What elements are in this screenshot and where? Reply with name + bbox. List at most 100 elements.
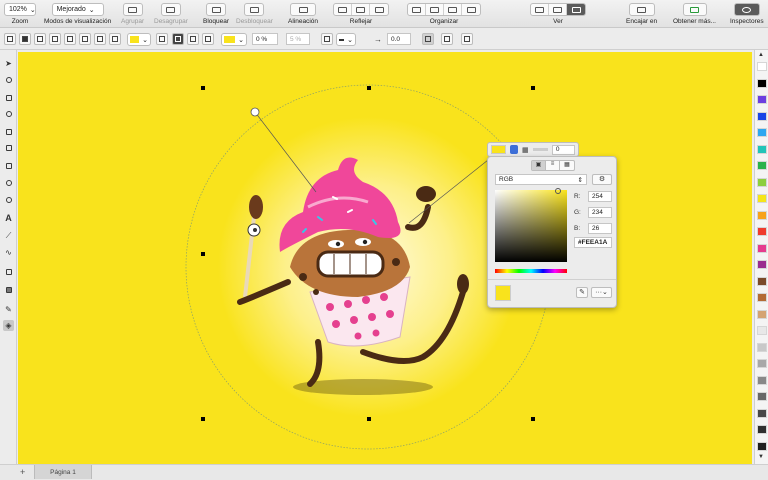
opacity-field[interactable]: 0 — [551, 144, 575, 155]
fill-color-dropdown[interactable]: ⌄ — [127, 33, 151, 46]
snap-button[interactable] — [628, 3, 655, 16]
palette-swatch[interactable] — [757, 243, 767, 253]
tab-color-sliders[interactable]: ≡ — [546, 161, 560, 170]
view-single-button[interactable] — [531, 4, 549, 15]
eyedropper-button[interactable]: ✎ — [576, 287, 588, 298]
palette-swatch[interactable] — [757, 62, 767, 71]
pattern-button-1[interactable] — [156, 33, 168, 45]
ungroup-button[interactable] — [160, 3, 181, 16]
palette-swatch[interactable] — [757, 227, 767, 236]
mirror-extra-button[interactable] — [370, 4, 388, 15]
palette-swatch[interactable] — [757, 177, 767, 187]
palette-swatch[interactable] — [757, 392, 767, 401]
opacity-slider[interactable] — [532, 148, 548, 151]
palette-swatch[interactable] — [757, 144, 767, 154]
color-field-cursor[interactable] — [555, 188, 561, 194]
palette-swatch[interactable] — [757, 111, 767, 121]
interactive-fill-tool[interactable]: ◈ — [3, 320, 14, 331]
palette-swatch[interactable] — [757, 194, 767, 203]
pick-tool[interactable]: ➤ — [3, 58, 14, 69]
palette-swatch[interactable] — [757, 326, 767, 335]
stroke-back-button[interactable] — [441, 33, 453, 45]
prop-button-4[interactable] — [49, 33, 61, 45]
get-more-button[interactable] — [682, 3, 707, 16]
hue-slider[interactable] — [495, 269, 567, 273]
palette-swatch[interactable] — [757, 359, 767, 368]
palette-scroll-up-icon[interactable]: ▲ — [758, 52, 764, 58]
outline-color-dropdown[interactable]: ⌄ — [221, 33, 247, 46]
ellipse-tool[interactable] — [3, 177, 14, 188]
more-options-button[interactable]: ···⌄ — [591, 287, 612, 298]
text-tool[interactable]: A — [3, 212, 14, 223]
palette-swatch[interactable] — [757, 408, 767, 418]
r-field[interactable]: 254 — [588, 191, 612, 202]
mirror-vertical-button[interactable] — [352, 4, 370, 15]
palette-swatch[interactable] — [757, 78, 767, 88]
eyedropper-tool[interactable]: ✎ — [3, 304, 14, 315]
prop-button-7[interactable] — [94, 33, 106, 45]
view-full-button[interactable] — [567, 4, 585, 15]
color-field[interactable] — [495, 190, 567, 262]
prop-button-3[interactable] — [34, 33, 46, 45]
add-page-button[interactable]: + — [20, 467, 25, 477]
color-model-dropdown[interactable]: RGB ⇕ — [495, 174, 587, 185]
rectangle-tool[interactable] — [3, 160, 14, 171]
prop-button-1[interactable] — [4, 33, 16, 45]
tab-color-viewers[interactable]: ▣ — [532, 161, 546, 170]
hex-field[interactable]: #FEEA1A — [574, 237, 612, 248]
b-field[interactable]: 26 — [588, 223, 612, 234]
prop-button-6[interactable] — [79, 33, 91, 45]
tab-color-palettes[interactable]: ▦ — [560, 161, 574, 170]
dimension-tool[interactable]: ⟋ — [3, 230, 14, 241]
gradient-node[interactable] — [250, 107, 260, 117]
back-one-button[interactable] — [444, 4, 462, 15]
selection-handle-br[interactable] — [531, 417, 535, 421]
prop-button-2[interactable] — [19, 33, 31, 45]
drawing-canvas[interactable] — [18, 52, 752, 464]
palette-swatch[interactable] — [757, 425, 767, 434]
palette-swatch[interactable] — [757, 161, 767, 170]
mirror-horizontal-button[interactable] — [334, 4, 352, 15]
palette-swatch[interactable] — [757, 441, 767, 451]
tab-page-1[interactable]: Página 1 — [34, 465, 92, 479]
to-front-button[interactable] — [408, 4, 426, 15]
palette-swatch[interactable] — [757, 342, 767, 352]
group-button[interactable] — [122, 3, 143, 16]
prop-button-8[interactable] — [109, 33, 121, 45]
polygon-tool[interactable] — [3, 194, 14, 205]
selection-handle-t[interactable] — [367, 86, 371, 90]
crop-tool[interactable] — [3, 92, 14, 103]
artistic-media-tool[interactable] — [3, 142, 14, 153]
palette-swatch[interactable] — [757, 128, 767, 137]
outline-percent-field[interactable]: 0 % — [252, 33, 278, 45]
selection-handle-bl[interactable] — [201, 417, 205, 421]
selection-handle-tl[interactable] — [201, 86, 205, 90]
selection-handle-b[interactable] — [367, 417, 371, 421]
freehand-tool[interactable] — [3, 126, 14, 137]
selection-handle-l[interactable] — [201, 252, 205, 256]
transparency-tool[interactable] — [3, 284, 14, 295]
stroke-front-button[interactable] — [422, 33, 434, 45]
current-fill-swatch[interactable] — [491, 145, 507, 154]
transparency-percent-field[interactable]: 5 % — [286, 33, 310, 45]
view-split-button[interactable] — [549, 4, 567, 15]
zoom-dropdown[interactable]: 102% ⌄ — [4, 3, 36, 16]
to-back-button[interactable] — [462, 4, 480, 15]
palette-swatch[interactable] — [757, 260, 767, 269]
palette-swatch[interactable] — [757, 293, 767, 302]
palette-swatch[interactable] — [757, 95, 767, 104]
transform-button[interactable] — [321, 33, 333, 45]
prop-button-5[interactable] — [64, 33, 76, 45]
lock-button[interactable] — [206, 3, 227, 16]
line-style-dropdown[interactable]: ⌄ — [336, 33, 356, 46]
forward-one-button[interactable] — [426, 4, 444, 15]
palette-swatch[interactable] — [757, 210, 767, 220]
zoom-tool[interactable] — [3, 108, 14, 119]
palette-swatch[interactable] — [757, 375, 767, 385]
picker-options-button[interactable]: ⚙ — [592, 174, 612, 185]
shape-tool[interactable] — [3, 74, 14, 85]
inspectors-button[interactable] — [733, 3, 760, 16]
picker-toggle-button[interactable] — [510, 145, 519, 154]
connector-tool[interactable]: ∿ — [3, 247, 14, 258]
align-button[interactable] — [290, 3, 316, 16]
